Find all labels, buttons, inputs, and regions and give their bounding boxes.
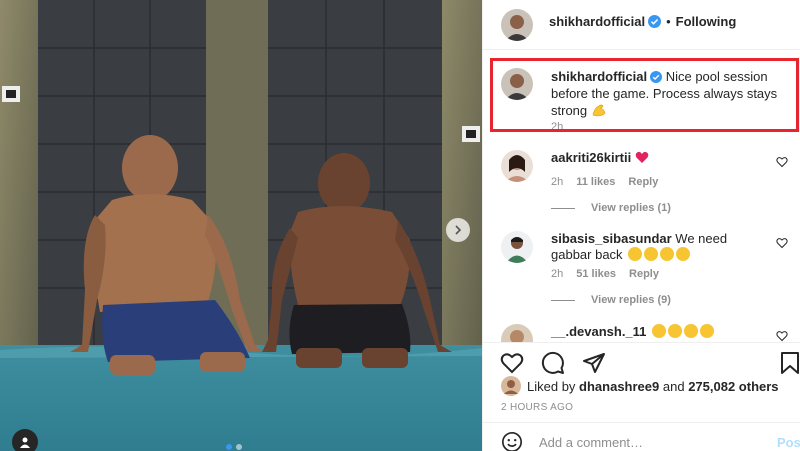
caption-highlight-box bbox=[490, 58, 799, 132]
heart-icon[interactable] bbox=[500, 351, 524, 375]
commenter-avatar-image bbox=[501, 150, 533, 182]
comments-list: shikhardofficial Nice pool session befor… bbox=[483, 50, 800, 342]
view-replies-button[interactable]: View replies (9) bbox=[551, 294, 671, 306]
smiley-icon[interactable] bbox=[501, 431, 523, 451]
add-comment-bar: Add a comment… Post bbox=[483, 422, 800, 451]
commenter-avatar[interactable] bbox=[501, 150, 533, 182]
post-comment-button[interactable]: Post bbox=[777, 435, 800, 450]
commenter-avatar[interactable] bbox=[501, 231, 533, 263]
sad-face-emoji bbox=[660, 247, 675, 261]
comment-body: sibasis_sibasundar We need gabbar back bbox=[551, 231, 771, 263]
comment-body: __.devansh._11 bbox=[551, 324, 771, 340]
carousel-dot bbox=[226, 444, 232, 450]
user-tag-icon bbox=[20, 437, 30, 448]
comment-username[interactable]: __.devansh._11 bbox=[551, 324, 646, 339]
commenter-avatar[interactable] bbox=[501, 324, 533, 342]
comment-likes[interactable]: 51 likes bbox=[576, 268, 616, 280]
red-heart-emoji bbox=[635, 151, 649, 163]
comment-item: __.devansh._11 bbox=[483, 324, 800, 342]
verified-badge-icon bbox=[648, 15, 662, 28]
view-replies-label: View replies (1) bbox=[591, 202, 671, 214]
comment-input[interactable]: Add a comment… bbox=[539, 435, 643, 450]
comment-timestamp: 2h bbox=[551, 268, 564, 280]
surprised-face-emoji bbox=[652, 324, 667, 338]
post-photo bbox=[0, 0, 482, 451]
author-avatar-image bbox=[501, 9, 533, 41]
comment-reply-button[interactable]: Reply bbox=[629, 268, 659, 280]
header-separator: • bbox=[666, 14, 671, 29]
comment-meta: 2h 51 likes Reply bbox=[551, 268, 659, 280]
pool-photo-image bbox=[0, 0, 482, 451]
likes-prefix: Liked by bbox=[527, 378, 576, 394]
replies-divider bbox=[551, 207, 575, 209]
liked-by-username[interactable]: dhanashree9 bbox=[579, 379, 659, 394]
bookmark-icon[interactable] bbox=[779, 351, 800, 375]
surprised-face-emoji bbox=[668, 324, 683, 338]
comment-like-icon[interactable] bbox=[776, 156, 788, 168]
sad-face-emoji bbox=[644, 247, 659, 261]
author-username[interactable]: shikhardofficial bbox=[549, 14, 645, 29]
sad-face-emoji bbox=[676, 247, 691, 261]
comment-like-icon[interactable] bbox=[776, 330, 788, 342]
following-button[interactable]: Following bbox=[676, 14, 737, 29]
post-header: shikhardofficial • Following bbox=[483, 0, 800, 50]
share-icon[interactable] bbox=[582, 351, 606, 375]
carousel-dots bbox=[226, 444, 242, 450]
view-replies-label: View replies (9) bbox=[591, 294, 671, 306]
liker-avatar[interactable] bbox=[501, 376, 521, 396]
heart-eyes-emoji bbox=[700, 324, 715, 338]
next-photo-button[interactable] bbox=[446, 218, 470, 242]
likes-count[interactable]: 275,082 others bbox=[688, 379, 778, 394]
carousel-dot bbox=[236, 444, 242, 450]
replies-divider bbox=[551, 299, 575, 301]
heart-eyes-emoji bbox=[684, 324, 699, 338]
comment-icon[interactable] bbox=[541, 351, 565, 375]
comment-item: sibasis_sibasundar We need gabbar back 2… bbox=[483, 231, 800, 311]
next-arrow-icon bbox=[455, 225, 462, 235]
comment-username[interactable]: sibasis_sibasundar bbox=[551, 231, 672, 246]
comment-username[interactable]: aakriti26kirtii bbox=[551, 150, 631, 165]
comment-body: aakriti26kirtii bbox=[551, 150, 771, 166]
commenter-avatar-image bbox=[501, 324, 533, 342]
likes-summary: Liked by dhanashree9 and 275,082 others bbox=[501, 376, 779, 396]
likes-and: and bbox=[662, 378, 685, 394]
comment-likes[interactable]: 11 likes bbox=[576, 176, 615, 188]
sad-face-emoji bbox=[628, 247, 643, 261]
commenter-avatar-image bbox=[501, 231, 533, 263]
author-avatar[interactable] bbox=[501, 9, 533, 41]
post-timestamp: 2 HOURS AGO bbox=[501, 402, 574, 413]
comment-reply-button[interactable]: Reply bbox=[628, 176, 658, 188]
user-tag-button[interactable] bbox=[12, 429, 38, 451]
comment-timestamp: 2h bbox=[551, 176, 564, 188]
view-replies-button[interactable]: View replies (1) bbox=[551, 202, 671, 214]
comment-item: aakriti26kirtii 2h 11 likes Reply View r… bbox=[483, 150, 800, 220]
comment-like-icon[interactable] bbox=[776, 237, 788, 249]
comment-meta: 2h 11 likes Reply bbox=[551, 176, 658, 188]
post-sidebar: shikhardofficial • Following shikhardoff… bbox=[482, 0, 800, 451]
